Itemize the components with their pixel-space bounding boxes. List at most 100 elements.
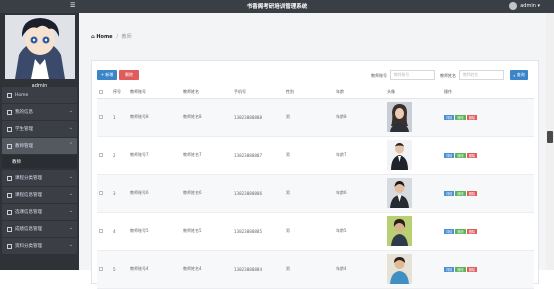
table-row: 3 教师账号6 教师姓名6 13823888886 男 年龄6 详情 修改 删除: [97, 174, 534, 213]
chevron-down-icon: ⌄: [68, 208, 73, 214]
cell-age: 年龄5: [334, 212, 385, 251]
sidebar-subitem-teacher[interactable]: 教师: [2, 155, 77, 168]
cell-index: 1: [111, 98, 128, 137]
sidebar-item-courses[interactable]: 课程信息管理 ⌄: [2, 187, 77, 203]
cell-age: 年龄7: [334, 136, 385, 175]
cell-name: 教师姓名5: [181, 212, 232, 251]
row-checkbox[interactable]: [97, 98, 111, 137]
cell-account: 教师账号5: [128, 212, 181, 251]
sidebar-item-students[interactable]: 学生管理 ⌄: [2, 121, 77, 137]
cell-account: 教师账号4: [128, 250, 181, 289]
cell-phone: 13823888888: [232, 98, 284, 137]
detail-button[interactable]: 详情: [444, 228, 455, 234]
name-filter-label: 教师姓名: [440, 73, 456, 78]
chevron-down-icon: ⌄: [68, 242, 73, 248]
cell-phone: 13823888885: [232, 212, 284, 251]
col-header: 序号: [111, 87, 128, 99]
cell-account: 教师账号7: [128, 136, 181, 175]
admin-avatar: [5, 15, 75, 79]
cell-age: 年龄6: [334, 174, 385, 213]
detail-button[interactable]: 详情: [444, 152, 455, 158]
cell-name: 教师姓名7: [181, 136, 232, 175]
grid-icon: [7, 243, 12, 249]
user-menu[interactable]: admin ▾: [509, 2, 540, 10]
main-content: ⌂ Home / 教师 + 新增 删除 教师账号 教师账号 教师姓名 教师姓名 …: [79, 13, 546, 289]
cell-account: 教师账号8: [128, 98, 181, 137]
remove-button[interactable]: 删除: [466, 152, 478, 158]
home-icon: [7, 92, 12, 98]
cell-age: 年龄4: [334, 250, 385, 289]
delete-button[interactable]: 删除: [119, 70, 139, 80]
teacher-icon: [7, 143, 12, 149]
row-checkbox[interactable]: [97, 212, 111, 251]
cell-index: 3: [111, 174, 128, 213]
search-icon: ⌕: [513, 72, 516, 78]
row-checkbox[interactable]: [97, 136, 111, 175]
sidebar-item-selections[interactable]: 选课信息管理 ⌄: [2, 204, 77, 220]
heart-icon: [7, 126, 12, 132]
cell-index: 4: [111, 212, 128, 251]
table-row: 4 教师账号5 教师姓名5 13823888885 男 年龄5 详情 修改 删除: [97, 212, 534, 251]
edit-button[interactable]: 修改: [455, 266, 466, 272]
remove-button[interactable]: 删除: [466, 228, 478, 234]
select-all-checkbox[interactable]: [97, 87, 111, 99]
add-button[interactable]: + 新增: [97, 70, 117, 80]
chevron-down-icon: ⌄: [68, 191, 73, 197]
remove-button[interactable]: 删除: [466, 266, 478, 272]
chevron-up-icon: ⌃: [68, 142, 73, 148]
col-header: 头像: [385, 87, 442, 99]
row-checkbox[interactable]: [97, 174, 111, 213]
edit-button[interactable]: 修改: [455, 228, 466, 234]
sidebar-item-material-categories[interactable]: 资料分类管理 ⌄: [2, 238, 77, 254]
cell-name: 教师姓名8: [181, 98, 232, 137]
breadcrumb-home[interactable]: ⌂ Home: [91, 34, 114, 40]
page-scrollbar[interactable]: [546, 13, 554, 270]
sidebar-item-teachers[interactable]: 教师管理 ⌃: [2, 138, 77, 154]
detail-button[interactable]: 详情: [444, 114, 455, 120]
breadcrumb: ⌂ Home / 教师: [91, 34, 132, 40]
teacher-photo: [387, 216, 412, 246]
cell-name: 教师姓名4: [181, 250, 232, 289]
remove-button[interactable]: 删除: [466, 114, 478, 120]
cell-age: 年龄8: [334, 98, 385, 137]
table-row: 2 教师账号7 教师姓名7 13823888887 男 年龄7 详情 修改 删除: [97, 136, 534, 175]
scrollbar-thumb[interactable]: [547, 131, 553, 143]
detail-button[interactable]: 详情: [444, 266, 455, 272]
cell-gender: 男: [284, 250, 334, 289]
detail-button[interactable]: 详情: [444, 190, 455, 196]
app-title: 书香阁考研培训管理系统: [246, 4, 308, 10]
top-bar: ☰ 书香阁考研培训管理系统 admin ▾: [0, 0, 554, 13]
cell-index: 2: [111, 136, 128, 175]
breadcrumb-current: 教师: [121, 34, 132, 40]
chevron-down-icon: ⌄: [68, 225, 73, 231]
account-filter-input[interactable]: 教师账号: [390, 70, 435, 80]
search-button[interactable]: ⌕ 查询: [510, 70, 528, 80]
sidebar-item-grades[interactable]: 成绩信息管理 ⌄: [2, 221, 77, 237]
cell-index: 5: [111, 250, 128, 289]
cell-gender: 男: [284, 212, 334, 251]
sidebar-item-my-info[interactable]: 我的信息 ⌄: [2, 104, 77, 120]
teacher-photo: [387, 102, 412, 132]
cell-account: 教师账号6: [128, 174, 181, 213]
user-icon: [7, 109, 12, 115]
chevron-down-icon: ⌄: [68, 174, 73, 180]
col-header: 性别: [284, 87, 334, 99]
cell-phone: 13823888886: [232, 174, 284, 213]
remove-button[interactable]: 删除: [466, 190, 478, 196]
edit-button[interactable]: 修改: [455, 114, 466, 120]
sidebar-item-course-categories[interactable]: 课程分类管理 ⌄: [2, 170, 77, 186]
edit-button[interactable]: 修改: [455, 152, 466, 158]
account-filter-label: 教师账号: [371, 73, 387, 78]
teacher-photo: [387, 178, 412, 208]
name-filter-input[interactable]: 教师姓名: [459, 70, 504, 80]
grid-icon: [7, 192, 12, 198]
col-header: 教师姓名: [181, 87, 232, 99]
sidebar-item-home[interactable]: Home: [2, 87, 77, 103]
cell-gender: 男: [284, 174, 334, 213]
teacher-photo: [387, 140, 412, 170]
edit-button[interactable]: 修改: [455, 190, 466, 196]
table-row: 1 教师账号8 教师姓名8 13823888888 男 年龄8 详情 修改 删除: [97, 98, 534, 137]
row-checkbox[interactable]: [97, 250, 111, 289]
cell-gender: 男: [284, 136, 334, 175]
col-header: 操作: [442, 87, 534, 99]
